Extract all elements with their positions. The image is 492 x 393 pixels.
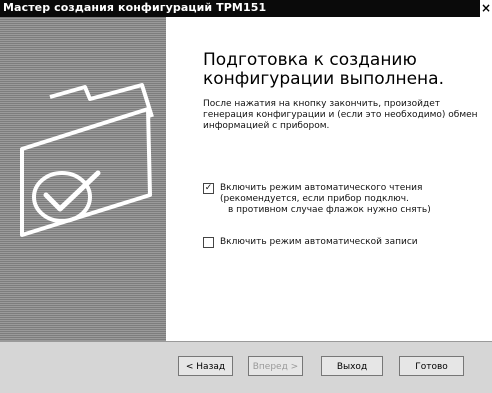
content-panel: Подготовка к созданию конфигурации выпол… [166,17,492,341]
button-bar: < Назад Вперед > Выход Готово [0,341,492,393]
close-button[interactable]: × [480,0,492,17]
auto-read-checkbox[interactable]: ✓ [203,183,214,194]
wizard-window: Мастер создания конфигураций ТРМ151 × По… [0,0,492,393]
done-button[interactable]: Готово [399,356,464,376]
next-button[interactable]: Вперед > [248,356,303,376]
auto-read-note-line1: (рекомендуется, если прибор подключ. [220,194,409,204]
folder-check-icon [20,83,154,237]
auto-read-label[interactable]: Включить режим автоматического чтения [220,183,422,194]
auto-write-label[interactable]: Включить режим автоматической записи [220,237,418,248]
window-title: Мастер создания конфигураций ТРМ151 [3,1,267,14]
exit-button[interactable]: Выход [321,356,383,376]
description-text: После нажатия на кнопку закончить, произ… [203,99,478,131]
title-bar: Мастер создания конфигураций ТРМ151 × [0,0,492,17]
side-panel [0,17,166,341]
auto-read-note-line2: в противном случае флажок нужно снять) [228,205,431,215]
auto-write-checkbox[interactable] [203,237,214,248]
back-button[interactable]: < Назад [178,356,233,376]
page-title: Подготовка к созданию конфигурации выпол… [203,50,444,89]
